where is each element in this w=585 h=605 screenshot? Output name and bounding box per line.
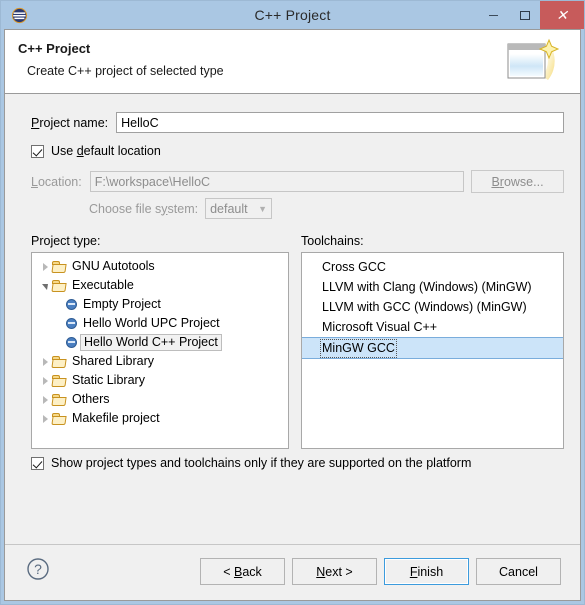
window-controls: ✕ [478, 1, 584, 29]
list-item-label: Cross GCC [322, 259, 386, 274]
tree-item[interactable]: GNU Autotools [32, 257, 288, 276]
list-item-label: LLVM with GCC (Windows) (MinGW) [322, 299, 527, 314]
maximize-icon[interactable] [509, 1, 540, 29]
chevron-right-icon[interactable] [38, 414, 52, 423]
tree-item-label: GNU Autotools [72, 259, 155, 273]
next-button[interactable]: Next > [292, 558, 377, 585]
location-input[interactable] [89, 171, 464, 192]
tree-item-label: Makefile project [72, 411, 160, 425]
dialog-footer: ? < Back Next > Finish Cancel [5, 544, 580, 600]
page-title: C++ Project [18, 41, 91, 56]
cancel-button[interactable]: Cancel [476, 558, 561, 585]
chevron-down-icon[interactable] [38, 282, 52, 290]
folder-icon [51, 279, 67, 292]
dialog-window: C++ Project ✕ C++ Project Create C++ pro… [0, 0, 585, 605]
footer-buttons: < Back Next > Finish Cancel [200, 558, 561, 585]
use-default-location-checkbox[interactable] [31, 144, 44, 158]
list-item[interactable]: MinGW GCC [302, 337, 563, 359]
folder-icon [51, 393, 67, 406]
help-question-icon[interactable]: ? [26, 557, 50, 581]
page-subtitle: Create C++ project of selected type [27, 64, 224, 78]
tree-item-label: Empty Project [83, 297, 161, 311]
list-item[interactable]: Microsoft Visual C++ [302, 317, 563, 337]
show-supported-label: Show project types and toolchains only i… [51, 456, 472, 470]
tree-item[interactable]: Others [32, 390, 288, 409]
use-default-location-label: Use default location [51, 144, 161, 158]
use-default-location-row[interactable]: Use default location [31, 144, 161, 158]
chevron-right-icon[interactable] [38, 395, 52, 404]
close-icon[interactable]: ✕ [540, 1, 584, 29]
chevron-right-icon[interactable] [38, 376, 52, 385]
list-item-label: Microsoft Visual C++ [322, 319, 438, 334]
chevron-down-icon: ▼ [258, 203, 268, 214]
tree-item[interactable]: Hello World UPC Project [32, 314, 288, 333]
list-item-label: MinGW GCC [320, 338, 397, 358]
project-name-label: Project name: [31, 115, 109, 130]
show-supported-checkbox[interactable] [31, 456, 44, 470]
tree-item-label: Executable [72, 278, 134, 292]
tree-item[interactable]: Shared Library [32, 352, 288, 371]
wizard-header: C++ Project Create C++ project of select… [5, 30, 580, 94]
location-row: Location: Browse... [31, 170, 564, 193]
show-supported-row[interactable]: Show project types and toolchains only i… [31, 456, 471, 470]
list-item[interactable]: LLVM with Clang (Windows) (MinGW) [302, 277, 563, 297]
tree-item[interactable]: Static Library [32, 371, 288, 390]
tree-item[interactable]: Empty Project [32, 295, 288, 314]
back-button[interactable]: < Back [200, 558, 285, 585]
list-item[interactable]: Cross GCC [302, 257, 563, 277]
browse-button[interactable]: Browse... [471, 170, 564, 193]
project-type-label: Project type: [31, 234, 101, 248]
tree-item-label: Static Library [72, 373, 145, 387]
tree-item-label: Shared Library [72, 354, 154, 368]
toolchains-list[interactable]: Cross GCC LLVM with Clang (Windows) (MinG… [301, 252, 564, 449]
tree-item[interactable]: Makefile project [32, 409, 288, 428]
svg-text:?: ? [34, 561, 42, 577]
dialog-content: Project name: Use default location Locat… [5, 94, 580, 544]
title-bar: C++ Project ✕ [1, 1, 584, 29]
chevron-right-icon[interactable] [38, 262, 52, 271]
wizard-window-sparkle-icon [500, 34, 564, 90]
toolchains-label: Toolchains: [301, 234, 364, 248]
dialog-panel: C++ Project Create C++ project of select… [4, 29, 581, 601]
minimize-icon[interactable] [478, 1, 509, 29]
folder-icon [51, 374, 67, 387]
file-system-select[interactable]: default ▼ [205, 198, 273, 219]
project-disc-icon [66, 318, 77, 329]
project-disc-icon [66, 299, 77, 310]
tree-item[interactable]: Executable [32, 276, 288, 295]
project-name-input[interactable] [116, 112, 564, 133]
file-system-row: Choose file system: default ▼ [89, 198, 273, 219]
finish-button[interactable]: Finish [384, 558, 469, 585]
tree-item-label: Others [72, 392, 110, 406]
tree-item-label: Hello World C++ Project [80, 334, 222, 351]
folder-icon [51, 260, 67, 273]
chevron-right-icon[interactable] [38, 357, 52, 366]
project-disc-icon [66, 337, 77, 348]
list-item-label: LLVM with Clang (Windows) (MinGW) [322, 279, 532, 294]
project-name-row: Project name: [31, 112, 564, 133]
project-type-tree[interactable]: GNU Autotools Executable Empty Project Hell… [31, 252, 289, 449]
tree-item[interactable]: Hello World C++ Project [32, 333, 288, 352]
folder-icon [51, 412, 67, 425]
tree-item-label: Hello World UPC Project [83, 316, 220, 330]
list-item[interactable]: LLVM with GCC (Windows) (MinGW) [302, 297, 563, 317]
folder-icon [51, 355, 67, 368]
file-system-label: Choose file system: [89, 201, 199, 216]
location-label: Location: [31, 174, 82, 189]
file-system-value: default [210, 201, 248, 216]
